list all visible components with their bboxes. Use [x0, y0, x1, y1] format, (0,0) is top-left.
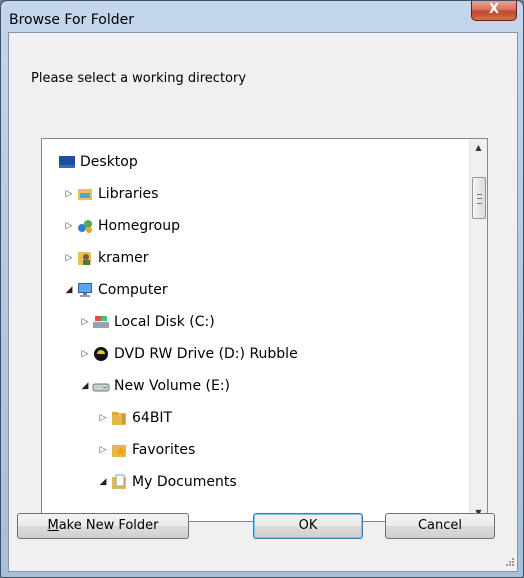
- tree-item-label: My Documents: [132, 474, 237, 490]
- hard-drive-icon: [92, 378, 110, 394]
- tree-item-label: 64BIT: [132, 410, 173, 426]
- grip-icon: [477, 194, 482, 204]
- tree-item-64bit[interactable]: ▷ 64BIT: [98, 406, 173, 430]
- collapse-arrow-icon[interactable]: ◢: [64, 278, 74, 302]
- tree-item-label: New Volume (E:): [114, 378, 230, 394]
- make-new-folder-button[interactable]: Make New Folder: [17, 513, 189, 539]
- mnemonic-letter: M: [47, 518, 59, 533]
- browse-for-folder-dialog: Browse For Folder X Please select a work…: [0, 0, 524, 578]
- expand-arrow-icon[interactable]: ▷: [98, 406, 108, 430]
- tree-item-dvd-drive-d[interactable]: ▷ DVD RW Drive (D:) Rubble: [80, 342, 298, 366]
- expand-arrow-icon[interactable]: ▷: [80, 310, 90, 334]
- expand-arrow-icon[interactable]: ▷: [64, 246, 74, 270]
- tree-item-label: Homegroup: [98, 218, 181, 234]
- tree-item-libraries[interactable]: ▷ Libraries: [64, 182, 159, 206]
- tree-item-local-disk-c[interactable]: ▷ Local Disk (C:): [80, 310, 215, 334]
- vertical-scrollbar[interactable]: ▲ ▼: [469, 139, 487, 521]
- tree-item-label: DVD RW Drive (D:) Rubble: [114, 346, 298, 362]
- tree-item-label: Desktop: [80, 154, 138, 170]
- libraries-icon: [76, 186, 94, 202]
- tree-item-desktop[interactable]: Desktop: [56, 150, 138, 174]
- expand-arrow-icon[interactable]: ▷: [98, 438, 108, 462]
- tree-item-label: Local Disk (C:): [114, 314, 215, 330]
- dialog-title: Browse For Folder: [9, 12, 135, 28]
- dialog-body: Please select a working directory Deskto…: [8, 32, 518, 572]
- favorites-folder-icon: [110, 442, 128, 458]
- expand-arrow-icon[interactable]: ▷: [80, 342, 90, 366]
- scrollbar-thumb[interactable]: [472, 177, 486, 219]
- tree-item-label: Favorites: [132, 442, 196, 458]
- ok-button[interactable]: OK: [253, 513, 363, 539]
- tree-item-new-volume-e[interactable]: ◢ New Volume (E:): [80, 374, 230, 398]
- button-label: ake New Folder: [58, 518, 159, 533]
- tree-item-kramer[interactable]: ▷ kramer: [64, 246, 149, 270]
- close-button[interactable]: X: [471, 1, 517, 21]
- scroll-up-icon[interactable]: ▲: [470, 139, 487, 156]
- user-folder-icon: [76, 250, 94, 266]
- tree-item-label: Libraries: [98, 186, 159, 202]
- expand-arrow-icon[interactable]: ▷: [64, 182, 74, 206]
- expand-arrow-icon[interactable]: ▷: [64, 214, 74, 238]
- cancel-button[interactable]: Cancel: [385, 513, 495, 539]
- prompt-text: Please select a working directory: [31, 71, 247, 86]
- resize-grip-icon[interactable]: [503, 557, 515, 569]
- local-disk-icon: [92, 314, 110, 330]
- homegroup-icon: [76, 218, 94, 234]
- tree-item-homegroup[interactable]: ▷ Homegroup: [64, 214, 180, 238]
- folder-icon: [110, 410, 128, 426]
- tree-item-label: Computer: [98, 282, 168, 298]
- computer-icon: [76, 282, 94, 298]
- tree-item-label: kramer: [98, 250, 149, 266]
- folder-tree[interactable]: Desktop ▷ Libraries ▷ Homegroup ▷ kramer…: [41, 138, 488, 522]
- documents-folder-icon: [110, 474, 128, 490]
- tree-item-favorites[interactable]: ▷ Favorites: [98, 438, 196, 462]
- desktop-icon: [58, 154, 76, 170]
- collapse-arrow-icon[interactable]: ◢: [98, 470, 108, 494]
- tree-item-computer[interactable]: ◢ Computer: [64, 278, 168, 302]
- collapse-arrow-icon[interactable]: ◢: [80, 374, 90, 398]
- dvd-drive-icon: [92, 346, 110, 362]
- title-bar[interactable]: Browse For Folder X: [1, 1, 523, 31]
- tree-item-my-documents[interactable]: ◢ My Documents: [98, 470, 237, 494]
